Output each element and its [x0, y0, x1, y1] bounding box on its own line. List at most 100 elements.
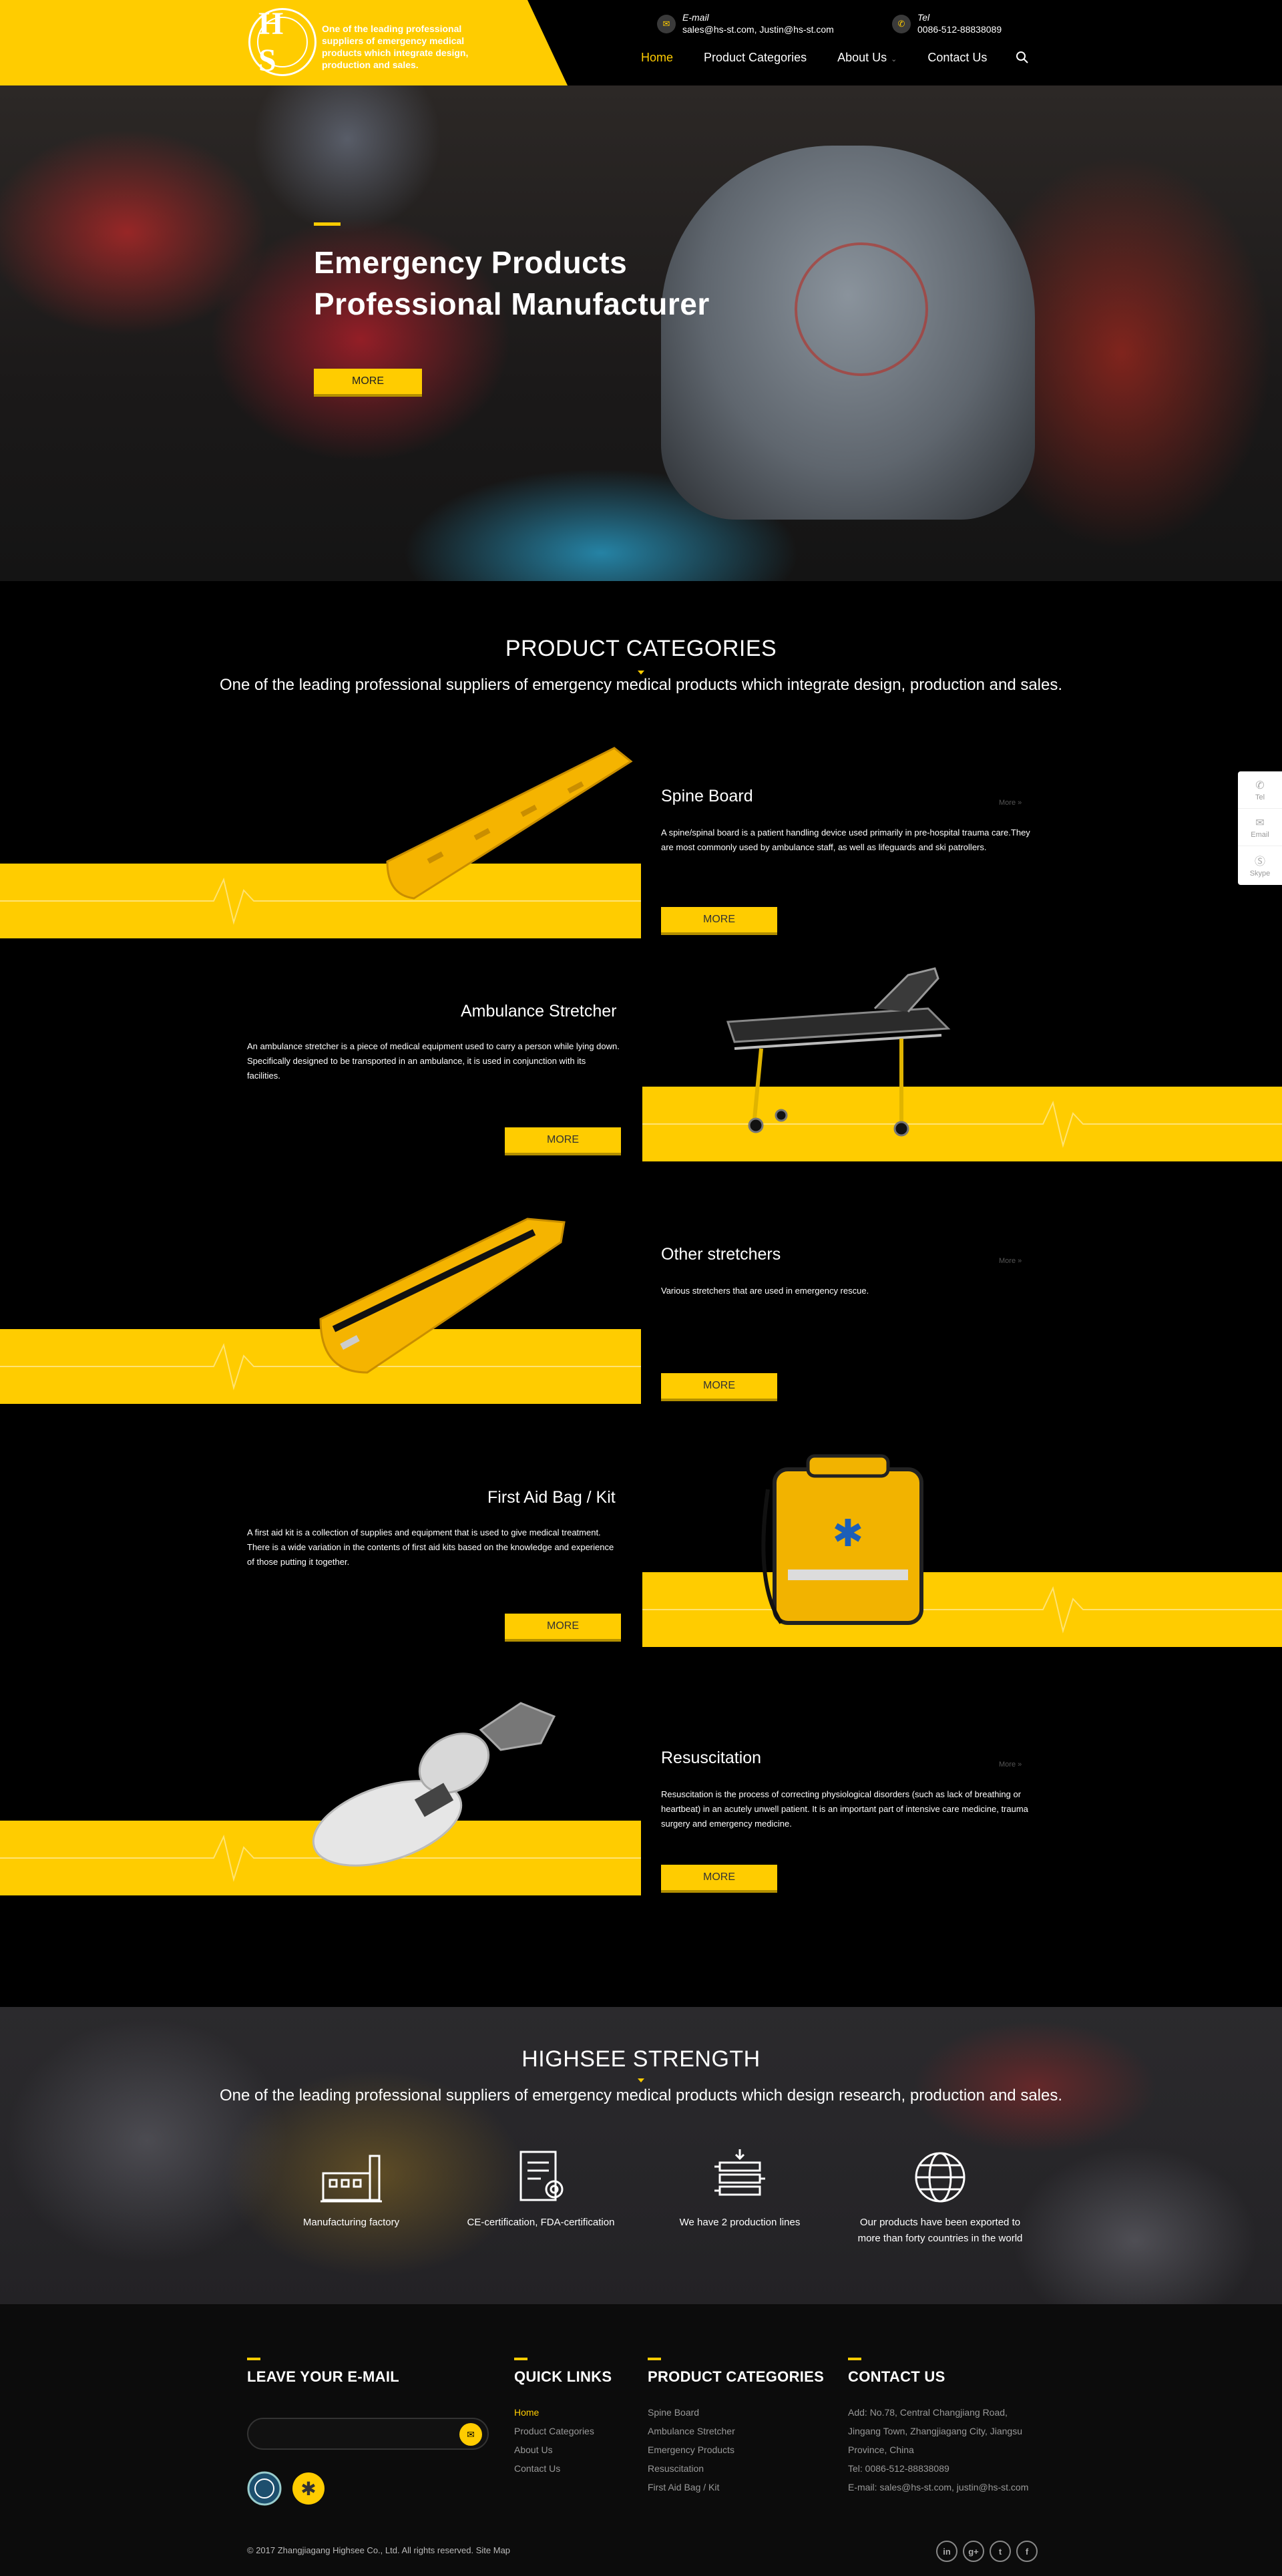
email-value[interactable]: sales@hs-st.com, Justin@hs-st.com	[682, 24, 834, 35]
more-button-resuscitation[interactable]: MORE	[661, 1865, 777, 1890]
svg-text:✱: ✱	[833, 1512, 864, 1555]
strength-subtitle: One of the leading professional supplier…	[219, 2086, 1063, 2104]
footer-link-home[interactable]: Home	[514, 2403, 612, 2422]
nav-product-categories[interactable]: Product Categories	[704, 51, 807, 65]
categories-title: PRODUCT CATEGORIES	[505, 636, 777, 661]
product-desc-ambulance-stretcher: An ambulance stretcher is a piece of med…	[247, 1041, 620, 1081]
more-button-other-stretchers[interactable]: MORE	[661, 1373, 777, 1399]
footer-address-line: Province, China	[848, 2444, 914, 2455]
footer-email-input[interactable]	[247, 2418, 489, 2450]
hero-banner	[0, 85, 1282, 581]
accent-bar	[247, 2358, 260, 2360]
facebook-icon[interactable]: f	[1016, 2541, 1038, 2562]
company-seal-icon	[247, 2471, 282, 2506]
product-title-other-stretchers[interactable]: Other stretchers	[661, 1245, 781, 1264]
ambulance-stretcher-image[interactable]	[708, 962, 975, 1142]
widget-email-label: Email	[1251, 830, 1269, 839]
resuscitator-image[interactable]	[300, 1690, 581, 1870]
hero-title-line2: Professional Manufacturer	[314, 287, 710, 321]
feature-factory: Manufacturing factory	[264, 2149, 438, 2231]
footer-email[interactable]: E-mail: sales@hs-st.com, justin@hs-st.co…	[848, 2478, 1028, 2497]
more-button-first-aid-bag[interactable]: MORE	[505, 1614, 621, 1639]
mail-icon: ✉	[657, 15, 676, 33]
footer-email-title: LEAVE YOUR E-MAIL	[247, 2368, 399, 2385]
footer-contact: CONTACT US Add: No.78, Central Changjian…	[848, 2358, 1028, 2497]
more-link-resuscitation[interactable]: More »	[999, 1761, 1022, 1769]
site-footer	[0, 2304, 1282, 2576]
more-button-spine-board[interactable]: MORE	[661, 907, 777, 932]
footer-link-first-aid-bag[interactable]: First Aid Bag / Kit	[648, 2478, 824, 2497]
site-header: H S One of the leading professional supp…	[0, 0, 1282, 85]
first-aid-bag-image[interactable]: ✱	[755, 1449, 955, 1636]
google-plus-icon[interactable]: g+	[963, 2541, 984, 2562]
footer-link-contact-us[interactable]: Contact Us	[514, 2459, 612, 2478]
widget-skype[interactable]: Ⓢ Skype	[1238, 846, 1282, 884]
logo-tagline: One of the leading professional supplier…	[322, 23, 469, 70]
product-desc-resuscitation: Resuscitation is the process of correcti…	[661, 1789, 1028, 1829]
main-nav: Home Product Categories About Us ⌄ Contac…	[641, 51, 1018, 65]
heartbeat-line	[642, 1586, 1282, 1634]
hero-more-button[interactable]: MORE	[314, 369, 422, 394]
logo[interactable]: H S	[248, 6, 316, 78]
accent-bar	[848, 2358, 861, 2360]
more-link-spine-board[interactable]: More »	[999, 799, 1022, 807]
floating-contact-widget: ✆ Tel ✉ Email Ⓢ Skype	[1238, 771, 1282, 885]
footer-link-about-us[interactable]: About Us	[514, 2440, 612, 2459]
linkedin-icon[interactable]: in	[936, 2541, 957, 2562]
quick-links-title: QUICK LINKS	[514, 2368, 612, 2385]
widget-tel-label: Tel	[1255, 793, 1265, 801]
spine-board-image[interactable]	[374, 741, 641, 908]
accent-bar	[514, 2358, 527, 2360]
product-title-ambulance-stretcher[interactable]: Ambulance Stretcher	[461, 1002, 616, 1021]
widget-email[interactable]: ✉ Email	[1238, 809, 1282, 846]
svg-text:✱: ✱	[300, 2478, 316, 2500]
product-desc-first-aid-bag: A first aid kit is a collection of suppl…	[247, 1527, 614, 1567]
footer-email-col: LEAVE YOUR E-MAIL	[247, 2358, 399, 2403]
chevron-down-icon: ⌄	[891, 55, 897, 63]
feature-export: Our products have been exported to more …	[853, 2149, 1027, 2247]
nav-contact-us[interactable]: Contact Us	[927, 51, 987, 65]
hero-accent-bar	[314, 222, 341, 226]
footer-link-resuscitation[interactable]: Resuscitation	[648, 2459, 824, 2478]
product-title-spine-board[interactable]: Spine Board	[661, 787, 753, 806]
more-link-other-stretchers[interactable]: More »	[999, 1257, 1022, 1265]
hero-image-badge	[795, 242, 928, 376]
email-submit-button[interactable]: ✉	[459, 2423, 482, 2446]
footer-link-ambulance-stretcher[interactable]: Ambulance Stretcher	[648, 2422, 824, 2440]
hero-title-line1: Emergency Products	[314, 245, 628, 280]
widget-tel[interactable]: ✆ Tel	[1238, 771, 1282, 809]
product-title-first-aid-bag[interactable]: First Aid Bag / Kit	[487, 1488, 616, 1507]
header-email: ✉ E-mail sales@hs-st.com, Justin@hs-st.co…	[657, 12, 834, 35]
certificate-icon	[519, 2151, 564, 2201]
feature-certification-label: CE-certification, FDA-certification	[467, 2217, 615, 2228]
nav-about-us-label: About Us	[837, 51, 887, 64]
mail-icon: ✉	[1255, 817, 1265, 829]
footer-quick-links: QUICK LINKS Home Product Categories Abou…	[514, 2358, 612, 2478]
twitter-icon[interactable]: t	[990, 2541, 1011, 2562]
categories-subtitle: One of the leading professional supplier…	[219, 676, 1063, 694]
search-icon[interactable]	[1016, 51, 1029, 64]
hero-title: Emergency Products Professional Manufact…	[314, 242, 710, 325]
scoop-stretcher-image[interactable]	[307, 1212, 574, 1386]
mail-icon: ✉	[467, 2428, 475, 2440]
footer-link-emergency-products[interactable]: Emergency Products	[648, 2440, 824, 2459]
nav-home[interactable]: Home	[641, 51, 673, 65]
widget-skype-label: Skype	[1249, 870, 1271, 878]
feature-certification: CE-certification, FDA-certification	[454, 2149, 628, 2231]
globe-icon	[915, 2152, 966, 2203]
product-title-resuscitation[interactable]: Resuscitation	[661, 1749, 761, 1768]
more-button-ambulance-stretcher[interactable]: MORE	[505, 1127, 621, 1153]
production-line-icon	[714, 2149, 765, 2196]
copyright: © 2017 Zhangjiagang Highsee Co., Ltd. Al…	[247, 2545, 511, 2555]
product-band-first-aid-bag	[642, 1572, 1282, 1647]
footer-link-spine-board[interactable]: Spine Board	[648, 2403, 824, 2422]
caret-icon	[638, 671, 644, 675]
star-of-life-icon: ✱	[292, 2472, 325, 2505]
footer-contact-title: CONTACT US	[848, 2368, 945, 2385]
footer-address-line: Jingang Town, Zhangjiagang City, Jiangsu	[848, 2426, 1022, 2436]
nav-about-us[interactable]: About Us ⌄	[837, 51, 897, 65]
product-desc-other-stretchers: Various stretchers that are used in emer…	[661, 1286, 869, 1296]
phone-icon: ✆	[892, 15, 911, 33]
footer-link-product-categories[interactable]: Product Categories	[514, 2422, 612, 2440]
tel-value: 0086-512-88838089	[917, 24, 1002, 35]
